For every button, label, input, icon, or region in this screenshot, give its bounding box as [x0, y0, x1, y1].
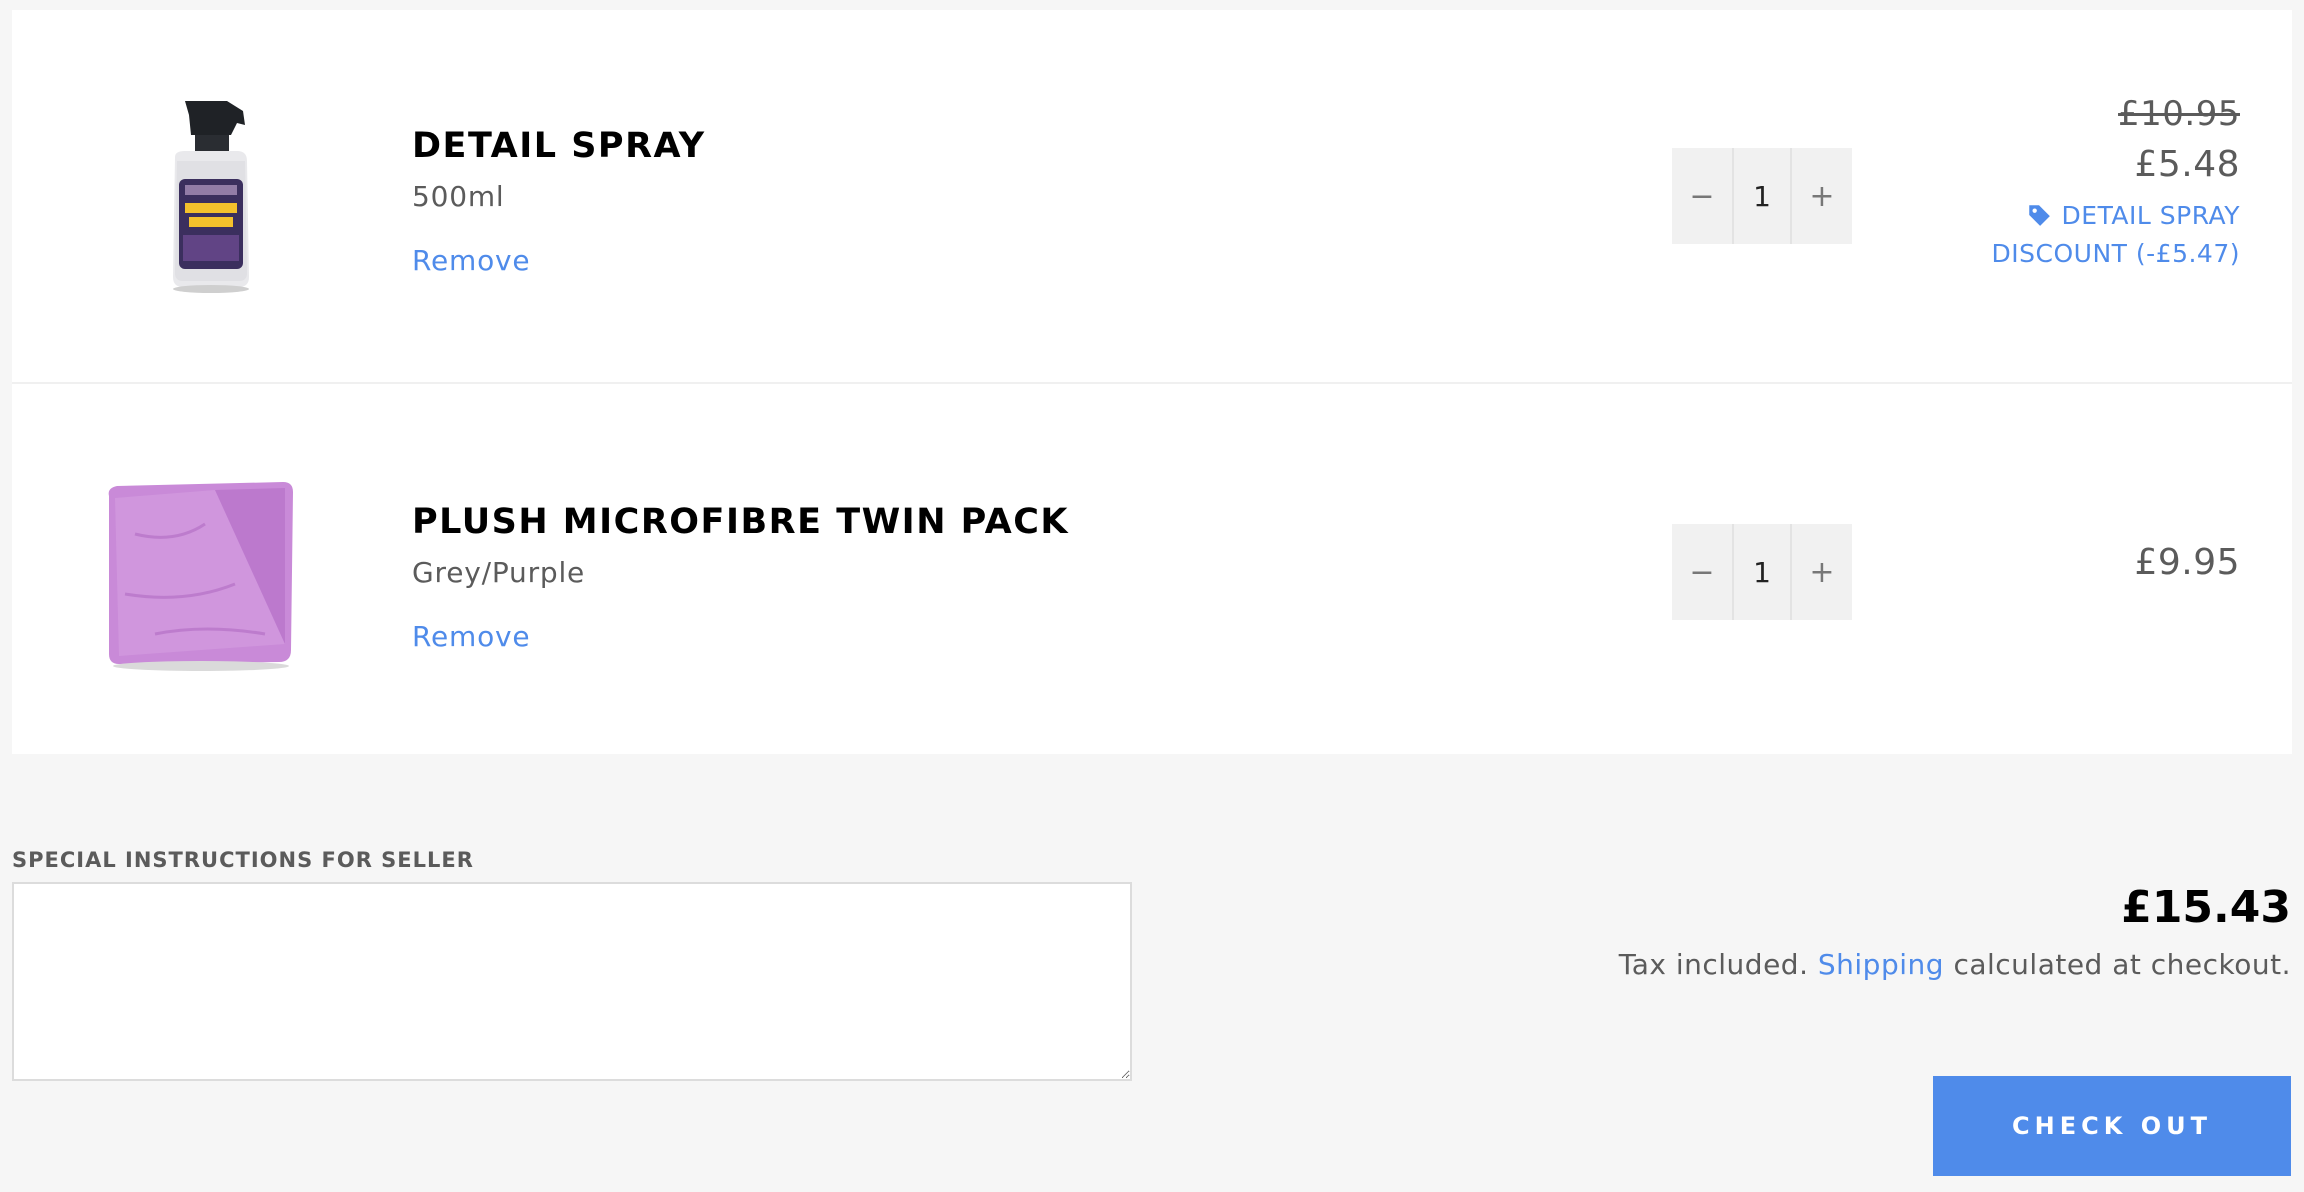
discount-badge: DETAIL SPRAY DISCOUNT (-£5.47) — [1992, 199, 2240, 271]
product-variant: Grey/Purple — [412, 556, 586, 589]
final-price: £9.95 — [2134, 542, 2240, 583]
price-block: £10.95 £5.48 DETAIL SPRAY DISCOUNT (-£5.… — [1992, 94, 2240, 271]
increase-quantity-button[interactable]: + — [1792, 524, 1852, 620]
instructions-label: SPECIAL INSTRUCTIONS FOR SELLER — [12, 848, 474, 872]
cart-item-row: PLUSH MICROFIBRE TWIN PACK Grey/Purple R… — [12, 382, 2292, 754]
microfibre-towel-image[interactable] — [95, 474, 305, 674]
tax-prefix: Tax included. — [1618, 948, 1809, 981]
shipping-link[interactable]: Shipping — [1818, 948, 1944, 981]
tag-icon — [2026, 202, 2052, 237]
discount-label: DETAIL SPRAY — [2061, 201, 2240, 230]
product-title[interactable]: DETAIL SPRAY — [412, 126, 706, 166]
tax-note: Tax included. Shipping calculated at che… — [1619, 948, 2291, 981]
cart-items-panel: DETAIL SPRAY 500ml Remove − 1 + £10.95 £… — [12, 10, 2292, 754]
quantity-input[interactable]: 1 — [1732, 148, 1792, 244]
discount-amount: DISCOUNT (-£5.47) — [1991, 239, 2240, 268]
cart-item-row: DETAIL SPRAY 500ml Remove − 1 + £10.95 £… — [12, 10, 2292, 382]
price-block: £9.95 — [2134, 542, 2240, 583]
product-variant: 500ml — [412, 180, 505, 213]
tax-suffix: calculated at checkout. — [1953, 948, 2291, 981]
quantity-input[interactable]: 1 — [1732, 524, 1792, 620]
special-instructions-input[interactable] — [12, 882, 1132, 1081]
original-price: £10.95 — [2118, 94, 2240, 134]
increase-quantity-button[interactable]: + — [1792, 148, 1852, 244]
checkout-button[interactable]: CHECK OUT — [1933, 1076, 2291, 1176]
cart-subtotal: £15.43 — [2121, 882, 2291, 933]
remove-link[interactable]: Remove — [412, 620, 530, 653]
decrease-quantity-button[interactable]: − — [1672, 524, 1732, 620]
final-price: £5.48 — [2134, 144, 2240, 185]
quantity-stepper: − 1 + — [1672, 524, 1852, 620]
product-title[interactable]: PLUSH MICROFIBRE TWIN PACK — [412, 502, 1069, 542]
spray-bottle-image[interactable] — [145, 95, 255, 295]
remove-link[interactable]: Remove — [412, 244, 530, 277]
quantity-stepper: − 1 + — [1672, 148, 1852, 244]
decrease-quantity-button[interactable]: − — [1672, 148, 1732, 244]
